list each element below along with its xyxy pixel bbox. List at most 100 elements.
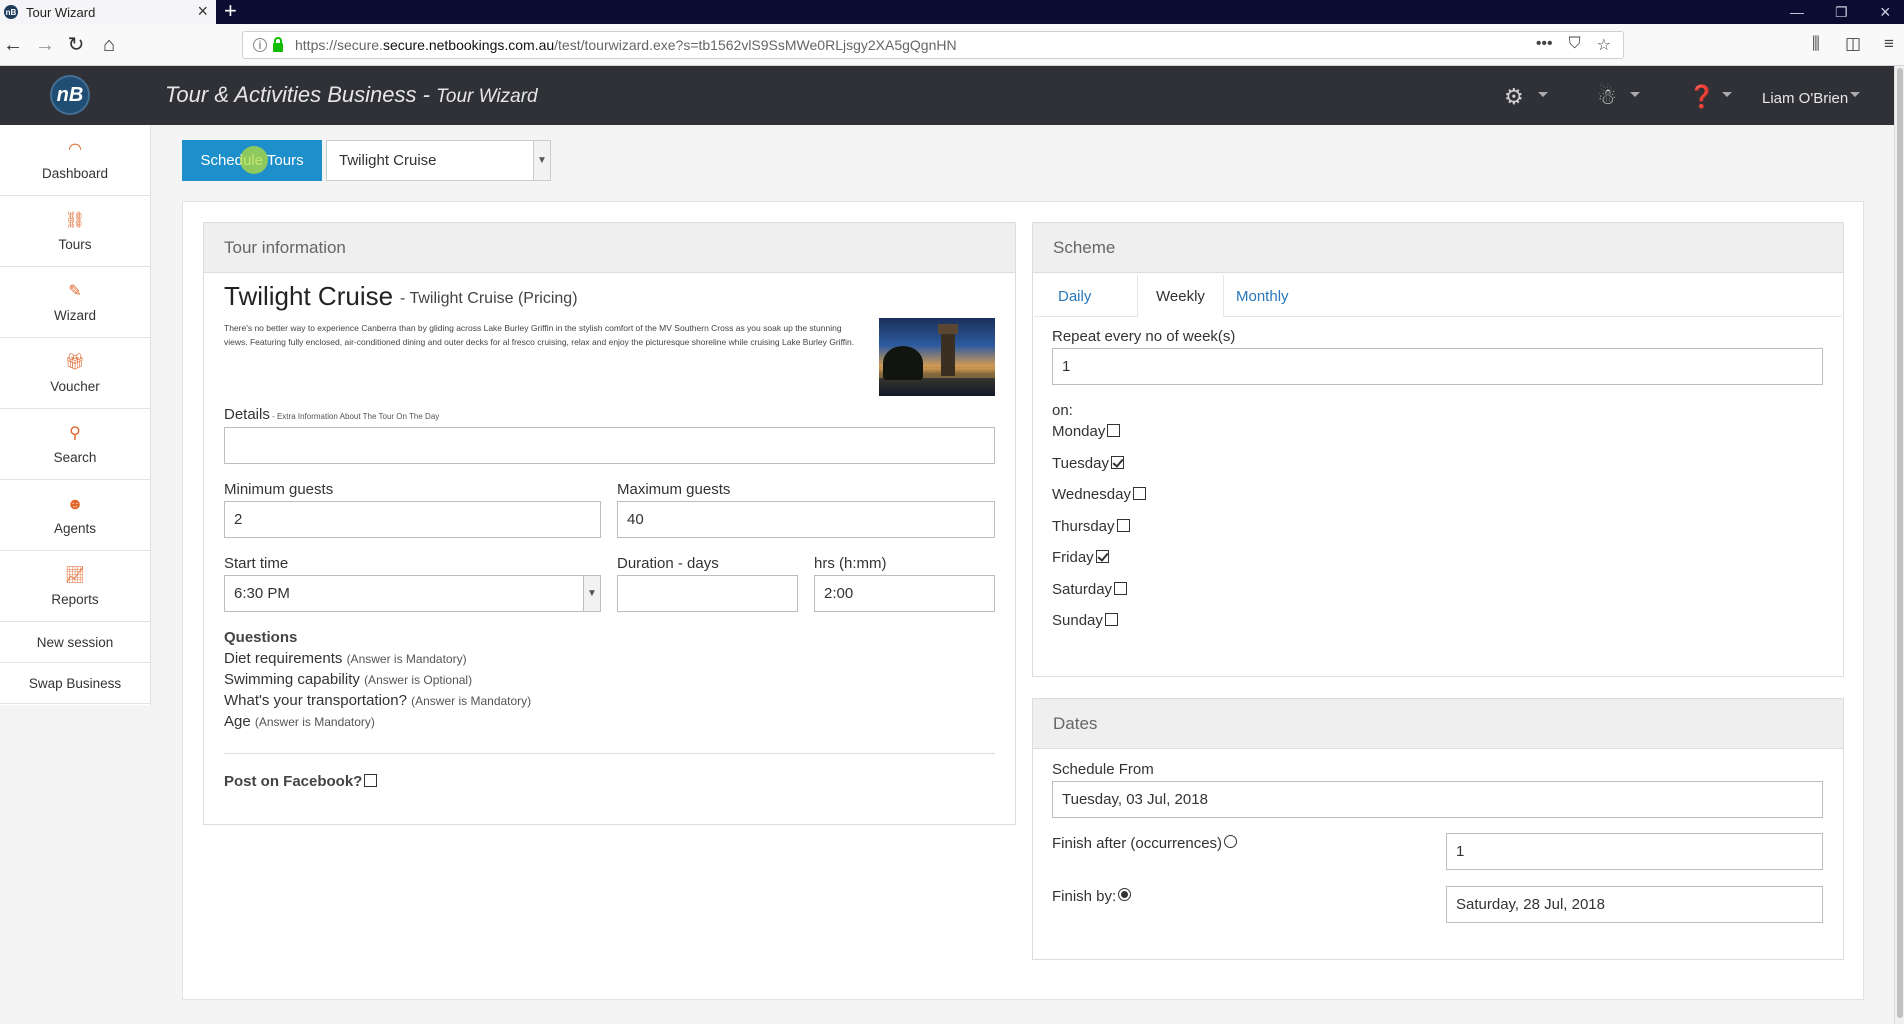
question-item: Age (Answer is Mandatory)	[224, 713, 375, 730]
home-icon[interactable]: ⌂	[96, 32, 122, 58]
day-thursday: Thursday	[1052, 518, 1130, 535]
scheme-tabs: Daily Weekly Monthly	[1034, 275, 1842, 317]
menu-icon[interactable]: ≡	[1884, 34, 1894, 54]
gift-icon: 🎁︎	[64, 353, 86, 371]
friday-checkbox[interactable]	[1095, 550, 1109, 563]
wizard-icon: ✎	[68, 282, 82, 300]
repeat-weeks-input[interactable]: 1	[1052, 348, 1823, 385]
page-scrollbar[interactable]	[1894, 66, 1904, 1024]
finish-by-radio[interactable]	[1118, 888, 1132, 901]
url-bar[interactable]: i https://secure.secure.netbookings.com.…	[242, 31, 1624, 59]
details-input[interactable]	[224, 427, 995, 464]
question-item: What's your transportation? (Answer is M…	[224, 692, 532, 709]
facebook-checkbox[interactable]	[364, 774, 378, 787]
chevron-down-icon[interactable]: ▼	[583, 576, 600, 611]
thursday-checkbox[interactable]	[1116, 519, 1130, 532]
tab-monthly[interactable]: Monthly	[1236, 275, 1289, 317]
tuesday-checkbox[interactable]	[1110, 456, 1124, 469]
min-guests-input[interactable]: 2	[224, 501, 601, 538]
settings-gear-icon[interactable]: ⚙	[1504, 84, 1524, 110]
divider	[224, 753, 995, 754]
browser-tab[interactable]: nB Tour Wizard ×	[0, 0, 216, 24]
reports-icon: 📈︎	[64, 566, 86, 584]
bookmark-star-icon[interactable]: ☆	[1597, 35, 1611, 55]
sidebar-item-search[interactable]: ⚲ Search	[0, 409, 150, 480]
sunday-checkbox[interactable]	[1104, 613, 1118, 626]
minimize-icon[interactable]: —	[1790, 0, 1804, 24]
chevron-down-icon[interactable]	[1722, 92, 1732, 97]
day-sunday: Sunday	[1052, 612, 1118, 629]
finish-after-input[interactable]: 1	[1446, 833, 1823, 870]
more-icon[interactable]: •••	[1536, 35, 1553, 55]
finish-by-option: Finish by:	[1052, 888, 1132, 905]
sidebar-item-dashboard[interactable]: ◠ Dashboard	[0, 125, 150, 196]
page-title: Tour & Activities Business - Tour Wizard	[165, 82, 538, 107]
chevron-down-icon[interactable]	[1630, 92, 1640, 97]
details-label: Details - Extra Information About The To…	[224, 406, 440, 423]
new-tab-icon[interactable]: +	[224, 0, 237, 24]
question-item: Swimming capability (Answer is Optional)	[224, 671, 473, 688]
swap-business-link[interactable]: Swap Business	[0, 663, 150, 704]
user-agent-icon[interactable]: ☃	[1597, 84, 1617, 110]
day-wednesday: Wednesday	[1052, 486, 1146, 503]
netbookings-logo[interactable]: nB	[50, 75, 90, 115]
sidebar-toggle-icon[interactable]: ◫	[1845, 34, 1861, 54]
new-session-link[interactable]: New session	[0, 622, 150, 663]
tab-daily[interactable]: Daily	[1058, 275, 1091, 317]
restore-icon[interactable]: ❐	[1835, 0, 1848, 24]
sidebar-item-voucher[interactable]: 🎁︎ Voucher	[0, 338, 150, 409]
user-menu[interactable]: Liam O'Brien	[1762, 90, 1848, 107]
questions-label: Questions	[224, 629, 298, 646]
agent-icon: ☻	[66, 495, 84, 513]
close-icon[interactable]: ×	[197, 1, 208, 22]
tab-weekly[interactable]: Weekly	[1137, 275, 1224, 317]
reload-icon[interactable]: ↻	[63, 32, 89, 58]
info-icon[interactable]: i	[253, 38, 267, 52]
tours-icon: ⛓	[64, 211, 86, 229]
chevron-down-icon[interactable]	[1538, 92, 1548, 97]
sidebar-item-reports[interactable]: 📈︎ Reports	[0, 551, 150, 622]
window-close-icon[interactable]: ×	[1880, 0, 1891, 24]
chevron-down-icon[interactable]: ▼	[533, 141, 550, 180]
hrs-input[interactable]: 2:00	[814, 575, 995, 612]
tour-pricing: - Twilight Cruise (Pricing)	[400, 290, 578, 307]
chevron-down-icon[interactable]	[1850, 92, 1860, 97]
sidebar: ◠ Dashboard ⛓ Tours ✎ Wizard 🎁︎ Voucher …	[0, 125, 151, 705]
min-guests-label: Minimum guests	[224, 481, 334, 498]
start-time-select[interactable]: 6:30 PM ▼	[224, 575, 601, 612]
hrs-label: hrs (h:mm)	[814, 555, 887, 572]
tour-photo	[879, 318, 995, 396]
help-icon[interactable]: ❓	[1688, 84, 1715, 110]
finish-after-radio[interactable]	[1224, 835, 1238, 848]
day-friday: Friday	[1052, 549, 1109, 566]
schedule-from-input[interactable]: Tuesday, 03 Jul, 2018	[1052, 781, 1823, 818]
lock-icon	[273, 36, 283, 52]
duration-days-input[interactable]	[617, 575, 798, 612]
finish-after-option: Finish after (occurrences)	[1052, 835, 1238, 852]
wednesday-checkbox[interactable]	[1132, 487, 1146, 500]
browser-navbar: ← → ↻ ⌂ i https://secure.secure.netbooki…	[0, 24, 1904, 66]
sidebar-item-tours[interactable]: ⛓ Tours	[0, 196, 150, 267]
app-header: nB Tour & Activities Business - Tour Wiz…	[0, 66, 1894, 125]
finish-by-input[interactable]: Saturday, 28 Jul, 2018	[1446, 886, 1823, 923]
sidebar-item-agents[interactable]: ☻ Agents	[0, 480, 150, 551]
monday-checkbox[interactable]	[1107, 424, 1121, 437]
browser-tabbar: nB Tour Wizard × + — ❐ ×	[0, 0, 1904, 24]
forward-icon[interactable]: →	[32, 32, 58, 58]
max-guests-input[interactable]: 40	[617, 501, 995, 538]
sidebar-item-wizard[interactable]: ✎ Wizard	[0, 267, 150, 338]
url-text: https://secure.secure.netbookings.com.au…	[295, 37, 957, 53]
tour-description: There's no better way to experience Canb…	[224, 323, 855, 347]
browser-tab-title: Tour Wizard	[26, 4, 96, 20]
scheme-heading: Scheme	[1033, 223, 1843, 273]
library-icon[interactable]: ⫼	[1812, 34, 1820, 54]
saturday-checkbox[interactable]	[1114, 582, 1128, 595]
schedule-from-label: Schedule From	[1052, 761, 1154, 778]
dates-heading: Dates	[1033, 699, 1843, 749]
pocket-icon[interactable]: ⛉	[1569, 35, 1581, 55]
duration-days-label: Duration - days	[617, 555, 719, 572]
on-label: on:	[1052, 402, 1073, 419]
facebook-option: Post on Facebook?	[224, 773, 378, 790]
back-icon[interactable]: ←	[0, 32, 26, 58]
tour-select[interactable]: Twilight Cruise ▼	[326, 140, 551, 181]
